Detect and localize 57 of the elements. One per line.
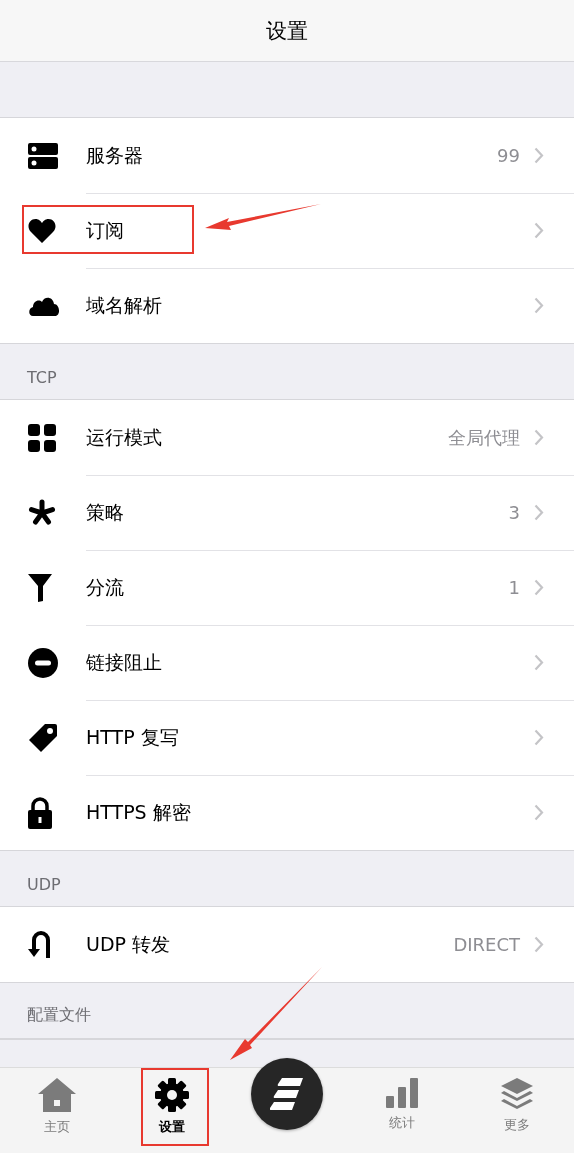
bar-chart-icon: [385, 1078, 418, 1108]
row-value: DIRECT: [453, 934, 520, 955]
row-label: 策略: [86, 499, 124, 525]
row-value: 99: [497, 145, 520, 166]
tab-item[interactable]: 统计: [344, 1068, 460, 1153]
row-label: HTTP 复写: [86, 724, 179, 750]
chevron-icon: [534, 654, 544, 671]
section-header: 配置文件: [27, 1005, 91, 1026]
asterisk-icon: [28, 498, 56, 527]
row-label: 分流: [86, 574, 124, 600]
settings-row[interactable]: 链接阻止: [0, 625, 574, 700]
tab-item[interactable]: 更多: [459, 1068, 574, 1153]
settings-row[interactable]: UDP 转发 DIRECT: [0, 907, 574, 982]
settings-row[interactable]: 策略 3: [0, 475, 574, 550]
chevron-icon: [534, 429, 544, 446]
home-icon: [38, 1078, 77, 1112]
stripes-icon: [270, 1078, 304, 1110]
settings-row[interactable]: 分流 1: [0, 550, 574, 625]
layers-icon: [500, 1078, 533, 1110]
tab-item[interactable]: 主页: [0, 1068, 115, 1153]
section-header: UDP: [27, 875, 61, 894]
settings-row[interactable]: 订阅: [0, 193, 574, 268]
chevron-icon: [534, 147, 544, 164]
funnel-icon: [28, 573, 52, 602]
grid-icon: [28, 423, 56, 452]
row-label: 订阅: [86, 217, 124, 243]
chevron-icon: [534, 804, 544, 821]
tab-item[interactable]: 设置: [114, 1068, 230, 1153]
cloud-icon: [28, 295, 60, 316]
settings-row[interactable]: 服务器 99: [0, 118, 574, 193]
settings-row[interactable]: 运行模式 全局代理: [0, 400, 574, 475]
row-label: HTTPS 解密: [86, 799, 191, 825]
settings-row[interactable]: HTTPS 解密: [0, 775, 574, 850]
row-label: 链接阻止: [86, 649, 162, 675]
center-button[interactable]: [251, 1058, 323, 1130]
settings-row[interactable]: 域名解析: [0, 268, 574, 343]
lock-icon: [28, 796, 52, 829]
section-header: TCP: [27, 368, 57, 387]
row-label: 运行模式: [86, 424, 162, 450]
chevron-icon: [534, 579, 544, 596]
row-value: 全局代理: [448, 425, 520, 450]
row-label: 域名解析: [86, 292, 162, 318]
row-label: UDP 转发: [86, 931, 171, 957]
chevron-icon: [534, 222, 544, 239]
tag-icon: [28, 722, 58, 753]
heart-icon: [28, 218, 56, 243]
row-value: 1: [508, 577, 520, 598]
row-label: 服务器: [86, 142, 143, 168]
server-icon: [28, 142, 58, 169]
chevron-icon: [534, 729, 544, 746]
chevron-icon: [534, 504, 544, 521]
settings-row[interactable]: HTTP 复写: [0, 700, 574, 775]
page-title: 设置: [266, 17, 308, 45]
chevron-icon: [534, 936, 544, 953]
chevron-icon: [534, 297, 544, 314]
no-entry-icon: [28, 647, 58, 678]
row-value: 3: [508, 502, 520, 523]
